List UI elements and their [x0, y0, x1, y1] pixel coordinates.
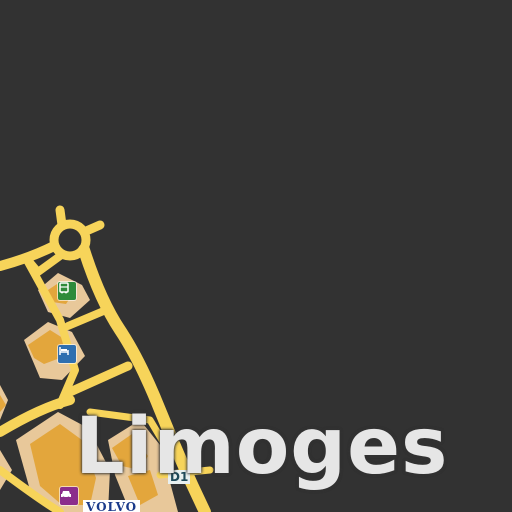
brand-label: VOLVO	[83, 500, 141, 512]
road-north	[55, 205, 67, 230]
hotel-icon[interactable]	[58, 345, 76, 363]
bus-station-icon[interactable]	[58, 282, 76, 300]
road-northeast	[79, 220, 105, 237]
map-canvas[interactable]: D1 VOLVO Limoges	[0, 0, 512, 512]
city-name-label: Limoges	[75, 402, 449, 492]
